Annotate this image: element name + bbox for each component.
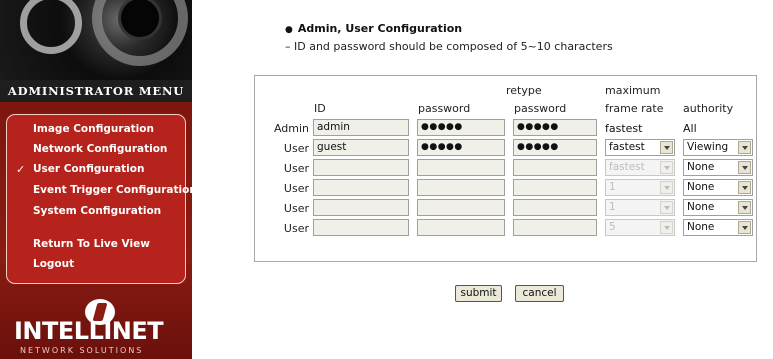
dropdown-arrow-icon: [660, 221, 673, 234]
menu-item-user-configuration[interactable]: User Configuration: [33, 163, 144, 175]
id-field[interactable]: [313, 199, 409, 216]
password-field[interactable]: [417, 159, 505, 176]
checkmark-icon: ✓: [16, 163, 26, 176]
dropdown-arrow-icon: [660, 181, 673, 194]
password-field[interactable]: ●●●●●: [417, 119, 505, 136]
id-field[interactable]: [313, 219, 409, 236]
frame-rate-select[interactable]: fastest: [605, 139, 675, 156]
bullet-icon: ●: [285, 25, 293, 35]
row-label: User: [283, 182, 309, 195]
row-label: Admin: [273, 122, 309, 135]
menu-item-return-to-live-view[interactable]: Return To Live View: [33, 238, 150, 250]
row-label: User: [283, 222, 309, 235]
retype-password-field[interactable]: ●●●●●: [513, 139, 597, 156]
dropdown-arrow-icon[interactable]: [738, 141, 751, 154]
retype-password-field[interactable]: [513, 179, 597, 196]
id-field[interactable]: admin: [313, 119, 409, 136]
header-retype-line1: retype: [506, 84, 542, 97]
header-authority: authority: [683, 102, 734, 115]
id-field[interactable]: [313, 179, 409, 196]
dropdown-arrow-icon: [660, 201, 673, 214]
header-retype-line2: password: [514, 102, 567, 115]
row-label: User: [283, 162, 309, 175]
retype-password-field[interactable]: [513, 199, 597, 216]
user-config-table: retype maximum ID password password fram…: [254, 75, 757, 262]
dropdown-arrow-icon[interactable]: [738, 221, 751, 234]
password-field[interactable]: [417, 179, 505, 196]
menu-title: Administrator Menu: [0, 80, 192, 102]
dropdown-arrow-icon[interactable]: [738, 201, 751, 214]
retype-password-field[interactable]: [513, 219, 597, 236]
frame-rate-select: 1: [605, 199, 675, 216]
brand-tagline: NETWORK SOLUTIONS: [20, 346, 144, 355]
password-field[interactable]: [417, 219, 505, 236]
password-field[interactable]: [417, 199, 505, 216]
row-label: User: [283, 142, 309, 155]
authority-select[interactable]: None: [683, 179, 753, 196]
menu-item-network-configuration[interactable]: Network Configuration: [33, 143, 167, 155]
submit-button[interactable]: submit: [455, 285, 502, 302]
authority-value: All: [683, 122, 697, 135]
menu-item-system-configuration[interactable]: System Configuration: [33, 205, 161, 217]
header-password: password: [418, 102, 471, 115]
dropdown-arrow-icon[interactable]: [738, 161, 751, 174]
brand-logo: INTELLINET NETWORK SOLUTIONS: [0, 297, 192, 359]
retype-password-field[interactable]: ●●●●●: [513, 119, 597, 136]
admin-menu: Image Configuration Network Configuratio…: [6, 114, 192, 284]
menu-item-image-configuration[interactable]: Image Configuration: [33, 123, 154, 135]
id-field[interactable]: guest: [313, 139, 409, 156]
dropdown-arrow-icon: [660, 161, 673, 174]
authority-select[interactable]: None: [683, 159, 753, 176]
cancel-button[interactable]: cancel: [515, 285, 564, 302]
frame-rate-select: 5: [605, 219, 675, 236]
brand-name: INTELLINET: [14, 317, 164, 345]
authority-select[interactable]: None: [683, 219, 753, 236]
dropdown-arrow-icon[interactable]: [660, 141, 673, 154]
camera-photo: [0, 0, 192, 80]
header-maxfr-line1: maximum: [605, 84, 661, 97]
menu-item-event-trigger-configuration[interactable]: Event Trigger Configuration: [33, 184, 192, 196]
main-content: ● Admin, User Configuration – ID and pass…: [192, 0, 773, 359]
password-field[interactable]: ●●●●●: [417, 139, 505, 156]
frame-rate-value: fastest: [605, 122, 643, 135]
authority-select[interactable]: Viewing: [683, 139, 753, 156]
row-label: User: [283, 202, 309, 215]
id-field[interactable]: [313, 159, 409, 176]
dropdown-arrow-icon[interactable]: [738, 181, 751, 194]
sidebar: Administrator Menu Image Configuration N…: [0, 0, 192, 359]
authority-select[interactable]: None: [683, 199, 753, 216]
page-title: ● Admin, User Configuration: [285, 22, 463, 35]
header-id: ID: [314, 102, 326, 115]
header-maxfr-line2: frame rate: [605, 102, 664, 115]
page-instructions: – ID and password should be composed of …: [285, 40, 613, 53]
frame-rate-select: 1: [605, 179, 675, 196]
retype-password-field[interactable]: [513, 159, 597, 176]
frame-rate-select: fastest: [605, 159, 675, 176]
menu-item-logout[interactable]: Logout: [33, 258, 74, 270]
